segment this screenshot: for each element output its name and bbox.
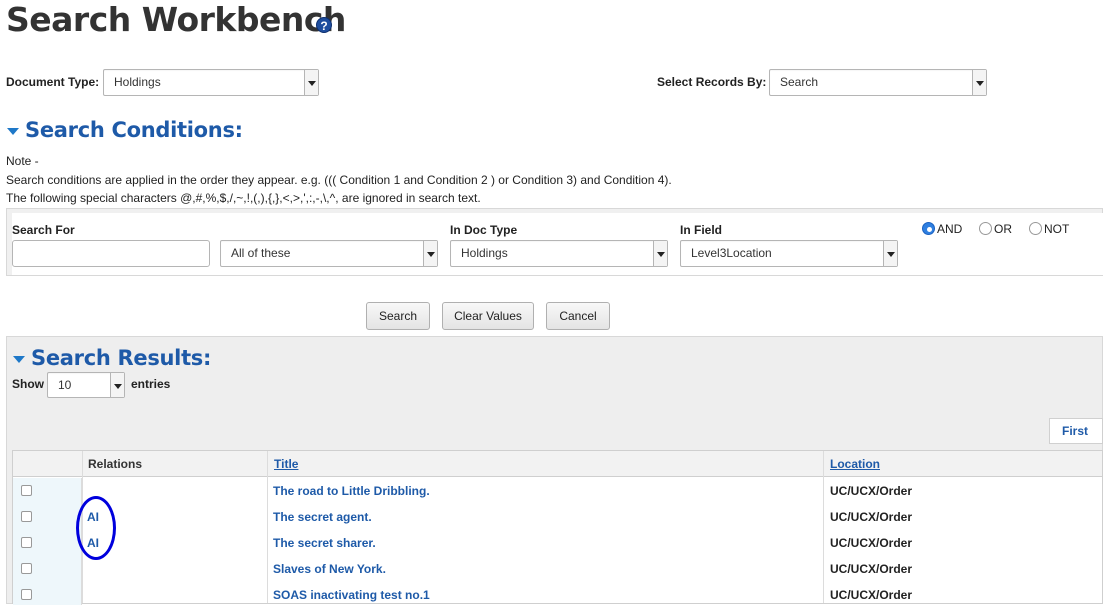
operator-and-label: AND <box>937 222 963 236</box>
chevron-down-icon <box>423 241 437 266</box>
search-button[interactable]: Search <box>366 302 430 330</box>
title-link[interactable]: The secret agent. <box>273 510 372 524</box>
entries-label: entries <box>131 377 171 391</box>
row-checkbox[interactable] <box>21 511 32 522</box>
radio-selected-icon <box>922 222 935 235</box>
table-row: SOAS inactivating test no.1 UC/UCX/Order <box>13 582 1102 608</box>
table-row: The road to Little Dribbling. UC/UCX/Ord… <box>13 478 1102 504</box>
show-label: Show <box>12 377 44 391</box>
operator-not-label: NOT <box>1044 222 1070 236</box>
in-field-label: In Field <box>680 223 722 237</box>
table-row: AI The secret agent. UC/UCX/Order <box>13 504 1102 530</box>
in-field-select[interactable]: Level3Location <box>680 240 898 267</box>
note-line-2: The following special characters @,#,%,$… <box>6 191 481 205</box>
operator-or-radio[interactable]: OR <box>979 222 1012 236</box>
note-label: Note - <box>6 154 39 168</box>
operator-and-radio[interactable]: AND <box>922 222 962 236</box>
row-checkbox[interactable] <box>21 537 32 548</box>
chevron-down-icon <box>110 373 124 397</box>
in-field-value: Level3Location <box>691 246 772 260</box>
radio-unselected-icon <box>979 222 992 235</box>
title-link[interactable]: Slaves of New York. <box>273 562 386 576</box>
relations-column-header: Relations <box>88 457 143 471</box>
radio-unselected-icon <box>1029 222 1042 235</box>
table-header: Relations Title Location <box>13 451 1102 477</box>
title-column-header[interactable]: Title <box>274 457 298 471</box>
row-checkbox[interactable] <box>21 563 32 574</box>
chevron-down-icon <box>972 70 986 95</box>
page-title: Search Workbench <box>6 0 346 39</box>
match-select[interactable]: All of these <box>220 240 438 267</box>
document-type-label: Document Type: <box>6 75 100 89</box>
operator-not-radio[interactable]: NOT <box>1029 222 1069 236</box>
document-type-select[interactable]: Holdings <box>103 69 319 96</box>
select-records-label: Select Records By: <box>657 75 767 89</box>
chevron-down-icon <box>653 241 667 266</box>
collapse-triangle-icon[interactable] <box>13 356 25 363</box>
match-value: All of these <box>231 246 291 260</box>
in-doc-type-value: Holdings <box>461 246 508 260</box>
chevron-down-icon <box>883 241 897 266</box>
in-doc-type-select[interactable]: Holdings <box>450 240 668 267</box>
title-link[interactable]: SOAS inactivating test no.1 <box>273 588 430 602</box>
location-cell: UC/UCX/Order <box>830 536 913 550</box>
location-cell: UC/UCX/Order <box>830 510 913 524</box>
location-cell: UC/UCX/Order <box>830 562 913 576</box>
chevron-down-icon <box>304 70 318 95</box>
location-cell: UC/UCX/Order <box>830 484 913 498</box>
document-type-value: Holdings <box>114 75 161 89</box>
table-row: AI The secret sharer. UC/UCX/Order <box>13 530 1102 556</box>
note-line-1: Search conditions are applied in the ord… <box>6 173 672 187</box>
location-column-header[interactable]: Location <box>830 457 880 471</box>
help-icon[interactable]: ? <box>316 17 332 33</box>
page-size-select[interactable]: 10 <box>47 372 125 398</box>
page-size-value: 10 <box>58 378 72 392</box>
select-records-select[interactable]: Search <box>769 69 987 96</box>
select-records-value: Search <box>780 75 819 89</box>
operator-or-label: OR <box>994 222 1012 236</box>
location-cell: UC/UCX/Order <box>830 588 913 602</box>
cancel-button[interactable]: Cancel <box>546 302 610 330</box>
row-checkbox[interactable] <box>21 589 32 600</box>
search-results-heading[interactable]: Search Results: <box>31 346 211 370</box>
first-page-button[interactable]: First <box>1049 418 1103 444</box>
collapse-triangle-icon[interactable] <box>7 128 19 135</box>
search-for-label: Search For <box>12 223 75 237</box>
annotation-oval <box>76 496 116 560</box>
title-link[interactable]: The road to Little Dribbling. <box>273 484 430 498</box>
title-link[interactable]: The secret sharer. <box>273 536 376 550</box>
search-conditions-heading[interactable]: Search Conditions: <box>25 118 243 142</box>
results-table: Relations Title Location The road to Lit… <box>12 450 1103 605</box>
search-for-input[interactable] <box>12 240 210 267</box>
table-row: Slaves of New York. UC/UCX/Order <box>13 556 1102 582</box>
row-checkbox[interactable] <box>21 485 32 496</box>
clear-values-button[interactable]: Clear Values <box>442 302 534 330</box>
in-doc-type-label: In Doc Type <box>450 223 518 237</box>
